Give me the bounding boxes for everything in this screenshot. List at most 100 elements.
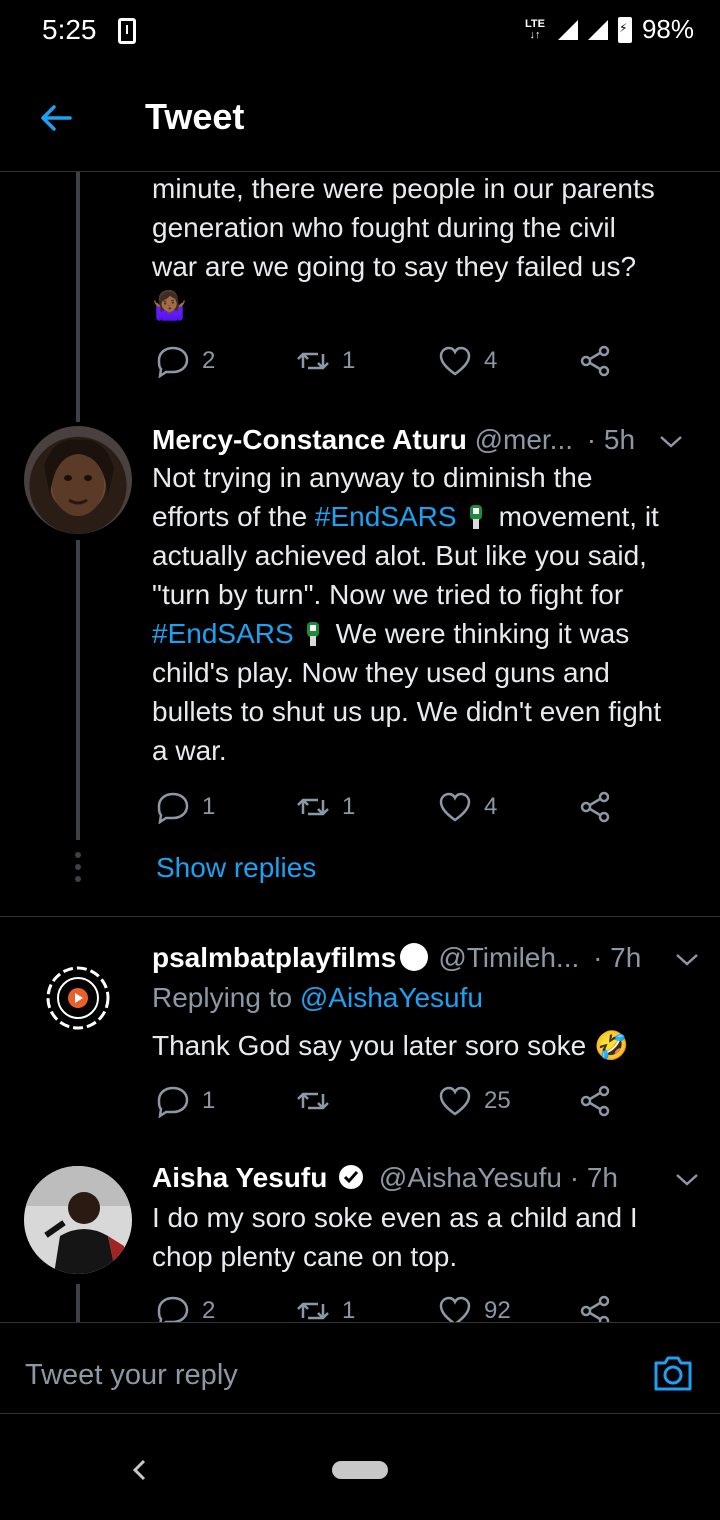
network-label: LTE: [524, 17, 545, 30]
share-icon: [580, 791, 610, 823]
tweet-line: chop plenty cane on top.: [152, 1241, 458, 1272]
retweet-button[interactable]: 1: [296, 1294, 355, 1322]
retweet-count: 1: [342, 793, 356, 820]
reply-button[interactable]: 1: [156, 1084, 215, 1118]
reply-icon: [157, 1296, 189, 1322]
tweet-actions: 2 1 92: [156, 1294, 626, 1322]
author-handle: @AishaYesufu: [378, 1162, 562, 1193]
tweet-text: I do my soro soke even as a child and I …: [152, 1198, 704, 1276]
reply-button[interactable]: 2: [156, 344, 215, 378]
avatar[interactable]: [24, 426, 132, 534]
reply-button[interactable]: 2: [156, 1294, 215, 1322]
endsars-fist-icon: [469, 505, 482, 529]
thread-line: [76, 1284, 80, 1322]
endsars-fist-icon: [306, 622, 319, 646]
like-count: 25: [484, 1087, 511, 1114]
share-button[interactable]: [578, 1294, 612, 1322]
author-name[interactable]: Aisha Yesufu: [152, 1162, 327, 1193]
reply-count: 2: [202, 1297, 216, 1322]
share-icon: [580, 1085, 610, 1117]
reply-count: 1: [202, 1087, 216, 1114]
tweet-time: · 7h: [593, 942, 642, 973]
tweet-line: war are we going to say they failed us?: [152, 251, 637, 282]
tweet-actions: 2 1 4: [156, 344, 626, 380]
avatar[interactable]: [24, 944, 132, 1052]
top-bar: Tweet: [0, 64, 720, 172]
tweet-text: Not trying in anyway to diminish the eff…: [152, 458, 704, 770]
author-handle: @Timileh...: [438, 942, 580, 973]
share-button[interactable]: [578, 344, 612, 378]
retweet-button[interactable]: 1: [296, 790, 355, 824]
retweet-icon: [297, 1302, 329, 1320]
tweet-actions: 1 1 4: [156, 790, 626, 826]
tweet-line: minute, there were people in our parents: [152, 173, 655, 204]
reply-button[interactable]: 1: [156, 790, 215, 824]
avatar[interactable]: [24, 1166, 132, 1274]
heart-icon: [439, 1086, 471, 1116]
like-button[interactable]: 25: [438, 1084, 511, 1118]
laughing-emoji: 🤣: [594, 1030, 629, 1061]
tweet-header: psalmbatplayfilms @Timileh... · 7h: [152, 942, 704, 978]
author-name[interactable]: psalmbatplayfilms: [152, 942, 396, 973]
tweet-line: Not trying in anyway to diminish the: [152, 462, 593, 493]
phone-notification-icon: [118, 18, 136, 44]
retweet-icon: [297, 798, 329, 816]
lte-icon: LTE ↓↑: [524, 17, 545, 41]
nav-back-icon[interactable]: [130, 1458, 148, 1482]
share-button[interactable]: [578, 1084, 612, 1118]
signal-icon-2: [587, 19, 608, 40]
author-name[interactable]: Mercy-Constance Aturu: [152, 424, 467, 455]
shrug-emoji: 🤷🏾‍♀️: [152, 290, 187, 321]
chevron-down-icon[interactable]: [658, 432, 684, 452]
tweet-line: "turn by turn". Now we tried to fight fo…: [152, 579, 624, 610]
retweet-icon: [297, 1092, 329, 1110]
heart-icon: [439, 1296, 471, 1322]
retweet-button[interactable]: 1: [296, 344, 355, 378]
nav-home-pill[interactable]: [332, 1461, 388, 1479]
share-button[interactable]: [578, 790, 612, 824]
retweet-icon: [297, 352, 329, 370]
tweet-line-segment: We were thinking it was: [335, 618, 630, 649]
reply-icon: [157, 792, 189, 824]
tweet-line: efforts of the #EndSARS movement, it: [152, 497, 704, 536]
tweet-line: child's play. Now they used guns and: [152, 657, 610, 688]
chevron-down-icon[interactable]: [674, 950, 700, 970]
avatar-face-icon: [44, 439, 114, 516]
heart-icon: [439, 346, 471, 376]
hashtag-link[interactable]: #EndSARS: [315, 501, 457, 532]
replying-prefix: Replying to: [152, 982, 300, 1013]
show-replies-link[interactable]: Show replies: [156, 852, 316, 884]
thread-line: [76, 172, 80, 422]
system-nav-bar: [0, 1414, 720, 1520]
back-arrow-icon[interactable]: [38, 100, 74, 136]
tweet-header: Aisha Yesufu @AishaYesufu · 7h: [152, 1162, 704, 1198]
hashtag-link[interactable]: #EndSARS: [152, 618, 294, 649]
like-button[interactable]: 4: [438, 790, 497, 824]
tweet-line: a war.: [152, 735, 227, 766]
camera-icon[interactable]: [652, 1353, 694, 1393]
divider: [0, 916, 720, 917]
reply-count: 2: [202, 347, 216, 374]
battery-percent: 98%: [641, 14, 694, 44]
mention-link[interactable]: @AishaYesufu: [300, 982, 483, 1013]
reply-count: 1: [202, 793, 216, 820]
reply-input[interactable]: Tweet your reply: [25, 1359, 238, 1392]
like-button[interactable]: 92: [438, 1294, 511, 1322]
tweet-header: Mercy-Constance Aturu @mer... · 5h: [152, 424, 704, 460]
reply-icon: [157, 346, 189, 378]
status-indicators: LTE↓↑ 98%: [522, 14, 694, 45]
retweet-button[interactable]: [296, 1084, 330, 1118]
like-count: 4: [484, 347, 498, 374]
reply-icon: [157, 1086, 189, 1118]
like-count: 92: [484, 1297, 511, 1322]
tweet-line: I do my soro soke even as a child and I: [152, 1202, 638, 1233]
tweet-thread[interactable]: minute, there were people in our parents…: [0, 172, 720, 1322]
chevron-down-icon[interactable]: [674, 1170, 700, 1190]
tweet-line: #EndSARS We were thinking it was: [152, 614, 704, 653]
share-icon: [580, 345, 610, 377]
tweet-text: Thank God say you later soro soke 🤣: [152, 1026, 704, 1065]
tweet-line-segment: efforts of the: [152, 501, 315, 532]
reply-composer[interactable]: Tweet your reply: [0, 1322, 720, 1414]
tweet-line: actually achieved alot. But like you sai…: [152, 540, 647, 571]
like-button[interactable]: 4: [438, 344, 497, 378]
